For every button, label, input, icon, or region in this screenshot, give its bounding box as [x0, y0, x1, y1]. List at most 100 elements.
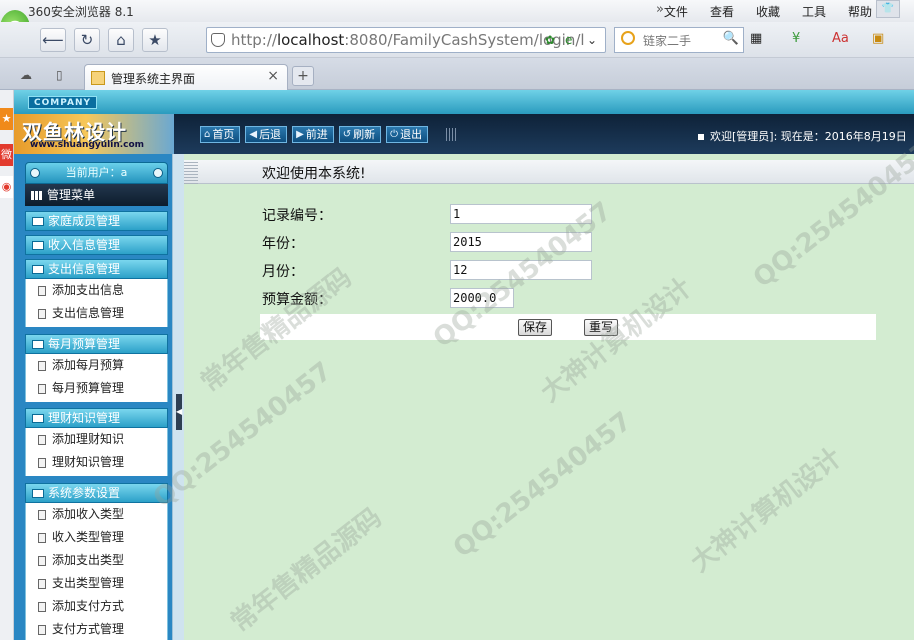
folder-icon — [32, 414, 44, 423]
logout-icon: ⏻ — [390, 129, 399, 140]
reload-icon[interactable]: ↻ — [74, 28, 100, 52]
address-url[interactable]: http://localhost:8080/FamilyCashSystem/l… — [231, 31, 585, 49]
sidebar-item-manage-knowledge[interactable]: 理财知识管理 — [26, 451, 167, 474]
browser-titlebar: 360安全浏览器 8.1 » 文件 查看 收藏 工具 帮助 👕 — [0, 0, 914, 22]
sidebar-group-expense[interactable]: 支出信息管理 — [25, 259, 168, 279]
save-button[interactable]: 保存 — [518, 319, 553, 336]
search-input[interactable]: 链家二手 — [643, 32, 691, 49]
back-arrow-icon[interactable]: ⟵ — [40, 28, 66, 52]
home-icon[interactable]: ⌂ — [108, 28, 134, 52]
browser-menu-bar: 文件 查看 收藏 工具 帮助 — [664, 3, 872, 20]
main-content: 欢迎使用本系统! 记录编号： 年份： 月份： 预算金额： 保存 重写 — [184, 154, 914, 640]
folder-icon — [32, 340, 44, 349]
sidebar-group-family[interactable]: 家庭成员管理 — [25, 211, 168, 231]
sidebar-item-manage-expense[interactable]: 支出信息管理 — [26, 302, 167, 325]
sidebar-item-add-budget[interactable]: 添加每月预算 — [26, 354, 167, 377]
sidebar-item-manage-budget[interactable]: 每月预算管理 — [26, 377, 167, 400]
record-id-field[interactable] — [450, 204, 592, 224]
tab-close-icon[interactable]: × — [267, 68, 279, 84]
document-icon — [38, 384, 46, 394]
new-tab-button[interactable]: + — [292, 66, 314, 86]
document-icon — [38, 579, 46, 589]
refresh-icon: ↺ — [342, 129, 352, 140]
sidebar-app-icon[interactable]: ★ — [0, 108, 13, 130]
sidebar-group-budget[interactable]: 每月预算管理 — [25, 334, 168, 354]
sidebar-items-budget: 添加每月预算 每月预算管理 — [25, 354, 168, 402]
sidebar-group-system-params[interactable]: 系统参数设置 — [25, 483, 168, 503]
month-field[interactable] — [450, 260, 592, 280]
extension-icon[interactable]: ✿ — [545, 33, 555, 47]
year-label: 年份： — [262, 236, 304, 252]
back-icon: ◀ — [249, 129, 258, 140]
document-icon — [38, 510, 46, 520]
sidebar-item-manage-income-type[interactable]: 收入类型管理 — [26, 526, 167, 549]
ie-mode-icon[interactable]: e — [565, 33, 572, 47]
search-engine-icon[interactable] — [621, 31, 635, 45]
header-toolbar: ⌂ 首页 ◀ 后退 ▶ 前进 ↺ 刷新 ⏻ 退出 — [200, 126, 429, 143]
folder-icon — [32, 241, 44, 250]
current-user-bar: 当前用户：a — [25, 162, 168, 184]
sidebar-item-add-knowledge[interactable]: 添加理财知识 — [26, 428, 167, 451]
sidebar-item-manage-payment-method[interactable]: 支付方式管理 — [26, 618, 167, 640]
app-header: 双鱼林设计 www.shuangyulin.com ⌂ 首页 ◀ 后退 ▶ 前进 ↺ 刷… — [14, 114, 914, 154]
web-app: COMPANY 双鱼林设计 www.shuangyulin.com ⌂ 首页 ◀ 后… — [14, 90, 914, 640]
sidebar-weibo-icon[interactable]: 微 — [0, 144, 13, 166]
sidebar-item-manage-expense-type[interactable]: 支出类型管理 — [26, 572, 167, 595]
menu-file[interactable]: 文件 — [664, 3, 688, 20]
document-icon — [38, 602, 46, 612]
month-label: 月份： — [262, 264, 304, 280]
star-icon[interactable]: ★ — [142, 28, 168, 52]
home-icon: ⌂ — [204, 129, 211, 140]
sidebar-item-add-income-type[interactable]: 添加收入类型 — [26, 503, 167, 526]
menu-favorites[interactable]: 收藏 — [756, 3, 780, 20]
sidebar-collapse-handle[interactable]: ◀ — [176, 394, 182, 430]
skin-icon[interactable]: 👕 — [876, 0, 900, 18]
folder-icon — [32, 489, 44, 498]
budget-amount-field[interactable] — [450, 288, 514, 308]
menu-tools[interactable]: 工具 — [802, 3, 826, 20]
grip-icon — [184, 160, 198, 184]
home-button[interactable]: ⌂ 首页 — [200, 126, 241, 143]
cloud-icon[interactable]: ☁ — [20, 68, 32, 82]
pin-icon — [153, 168, 163, 178]
search-box[interactable]: 链家二手 🔍 — [614, 27, 744, 53]
browser-sidebar-strip: ★ 微 ◉ — [0, 90, 14, 640]
sidebar-items-system-params: 添加收入类型 收入类型管理 添加支出类型 支出类型管理 添加支付方式 支付方式管… — [25, 503, 168, 640]
search-icon[interactable]: 🔍 — [723, 31, 739, 46]
sidebar-item-add-expense[interactable]: 添加支出信息 — [26, 279, 167, 302]
sidebar-item-add-expense-type[interactable]: 添加支出类型 — [26, 549, 167, 572]
document-icon — [38, 625, 46, 635]
logout-button[interactable]: ⏻ 退出 — [386, 126, 429, 143]
address-bar[interactable]: http://localhost:8080/FamilyCashSystem/l… — [206, 27, 606, 53]
currency-icon[interactable]: ¥ — [792, 31, 800, 46]
sidebar-group-income[interactable]: 收入信息管理 — [25, 235, 168, 255]
sidebar-group-finance-knowledge[interactable]: 理财知识管理 — [25, 408, 168, 428]
reset-button[interactable]: 重写 — [584, 319, 619, 336]
more-chevron-icon[interactable]: » — [656, 2, 664, 17]
document-icon — [38, 556, 46, 566]
forward-button[interactable]: ▶ 前进 — [292, 126, 334, 143]
budget-amount-label: 预算金额： — [262, 292, 332, 308]
apps-icon[interactable]: ▦ — [750, 31, 762, 46]
brand-url: www.shuangyulin.com — [30, 140, 145, 150]
sidebar-game-icon[interactable]: ◉ — [0, 176, 13, 198]
form-button-bar: 保存 重写 — [260, 314, 876, 340]
sidebar-item-add-payment-method[interactable]: 添加支付方式 — [26, 595, 167, 618]
address-dropdown-icon[interactable]: ⌄ — [587, 33, 597, 47]
tools-icon[interactable]: ▣ — [872, 31, 884, 46]
bullet-icon — [698, 134, 704, 140]
refresh-button[interactable]: ↺ 刷新 — [338, 126, 382, 143]
back-button[interactable]: ◀ 后退 — [245, 126, 288, 143]
menu-view[interactable]: 查看 — [710, 3, 734, 20]
menu-title: 管理菜单 — [25, 184, 168, 206]
toolbar-separator — [446, 128, 456, 141]
menu-help[interactable]: 帮助 — [848, 3, 872, 20]
year-field[interactable] — [450, 232, 592, 252]
page-list-icon[interactable]: ▯ — [56, 68, 63, 82]
security-shield-icon — [211, 33, 225, 47]
main-header: 欢迎使用本系统! — [184, 160, 914, 184]
translate-icon[interactable]: Aa — [832, 31, 849, 46]
tab-title: 管理系统主界面 — [111, 72, 196, 86]
tab-main-system[interactable]: 管理系统主界面 × — [84, 64, 288, 90]
document-icon — [38, 309, 46, 319]
